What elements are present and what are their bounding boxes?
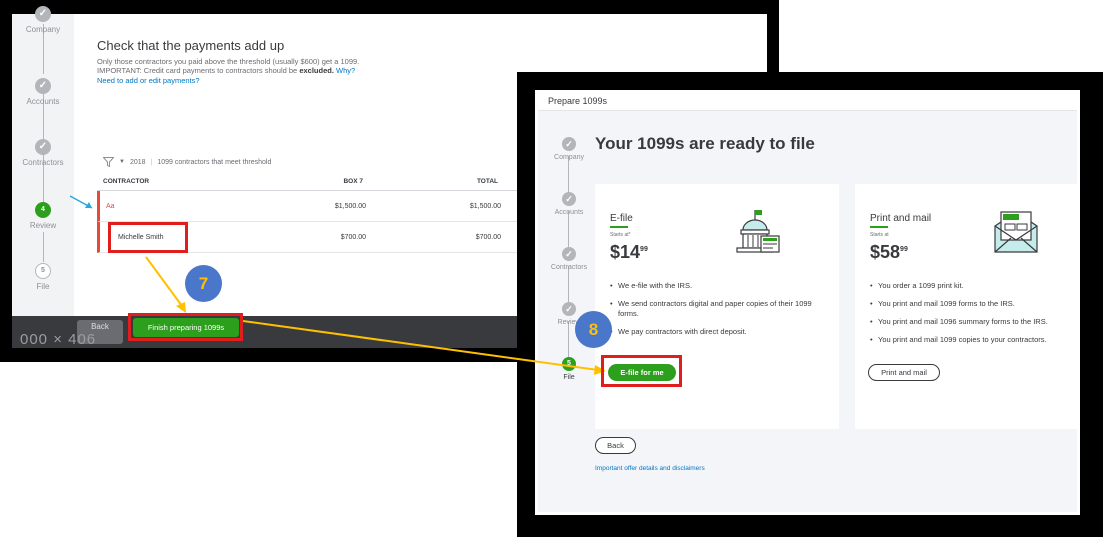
step8-arrow xyxy=(242,320,599,371)
highlight-finish-button xyxy=(128,313,243,341)
highlight-efile-button xyxy=(601,355,682,387)
step7-arrow xyxy=(145,256,183,307)
annotation-layer xyxy=(69,195,606,375)
highlight-contractor-row xyxy=(108,222,188,253)
step-8-badge: 8 xyxy=(575,311,612,348)
step-7-badge: 7 xyxy=(185,265,222,302)
